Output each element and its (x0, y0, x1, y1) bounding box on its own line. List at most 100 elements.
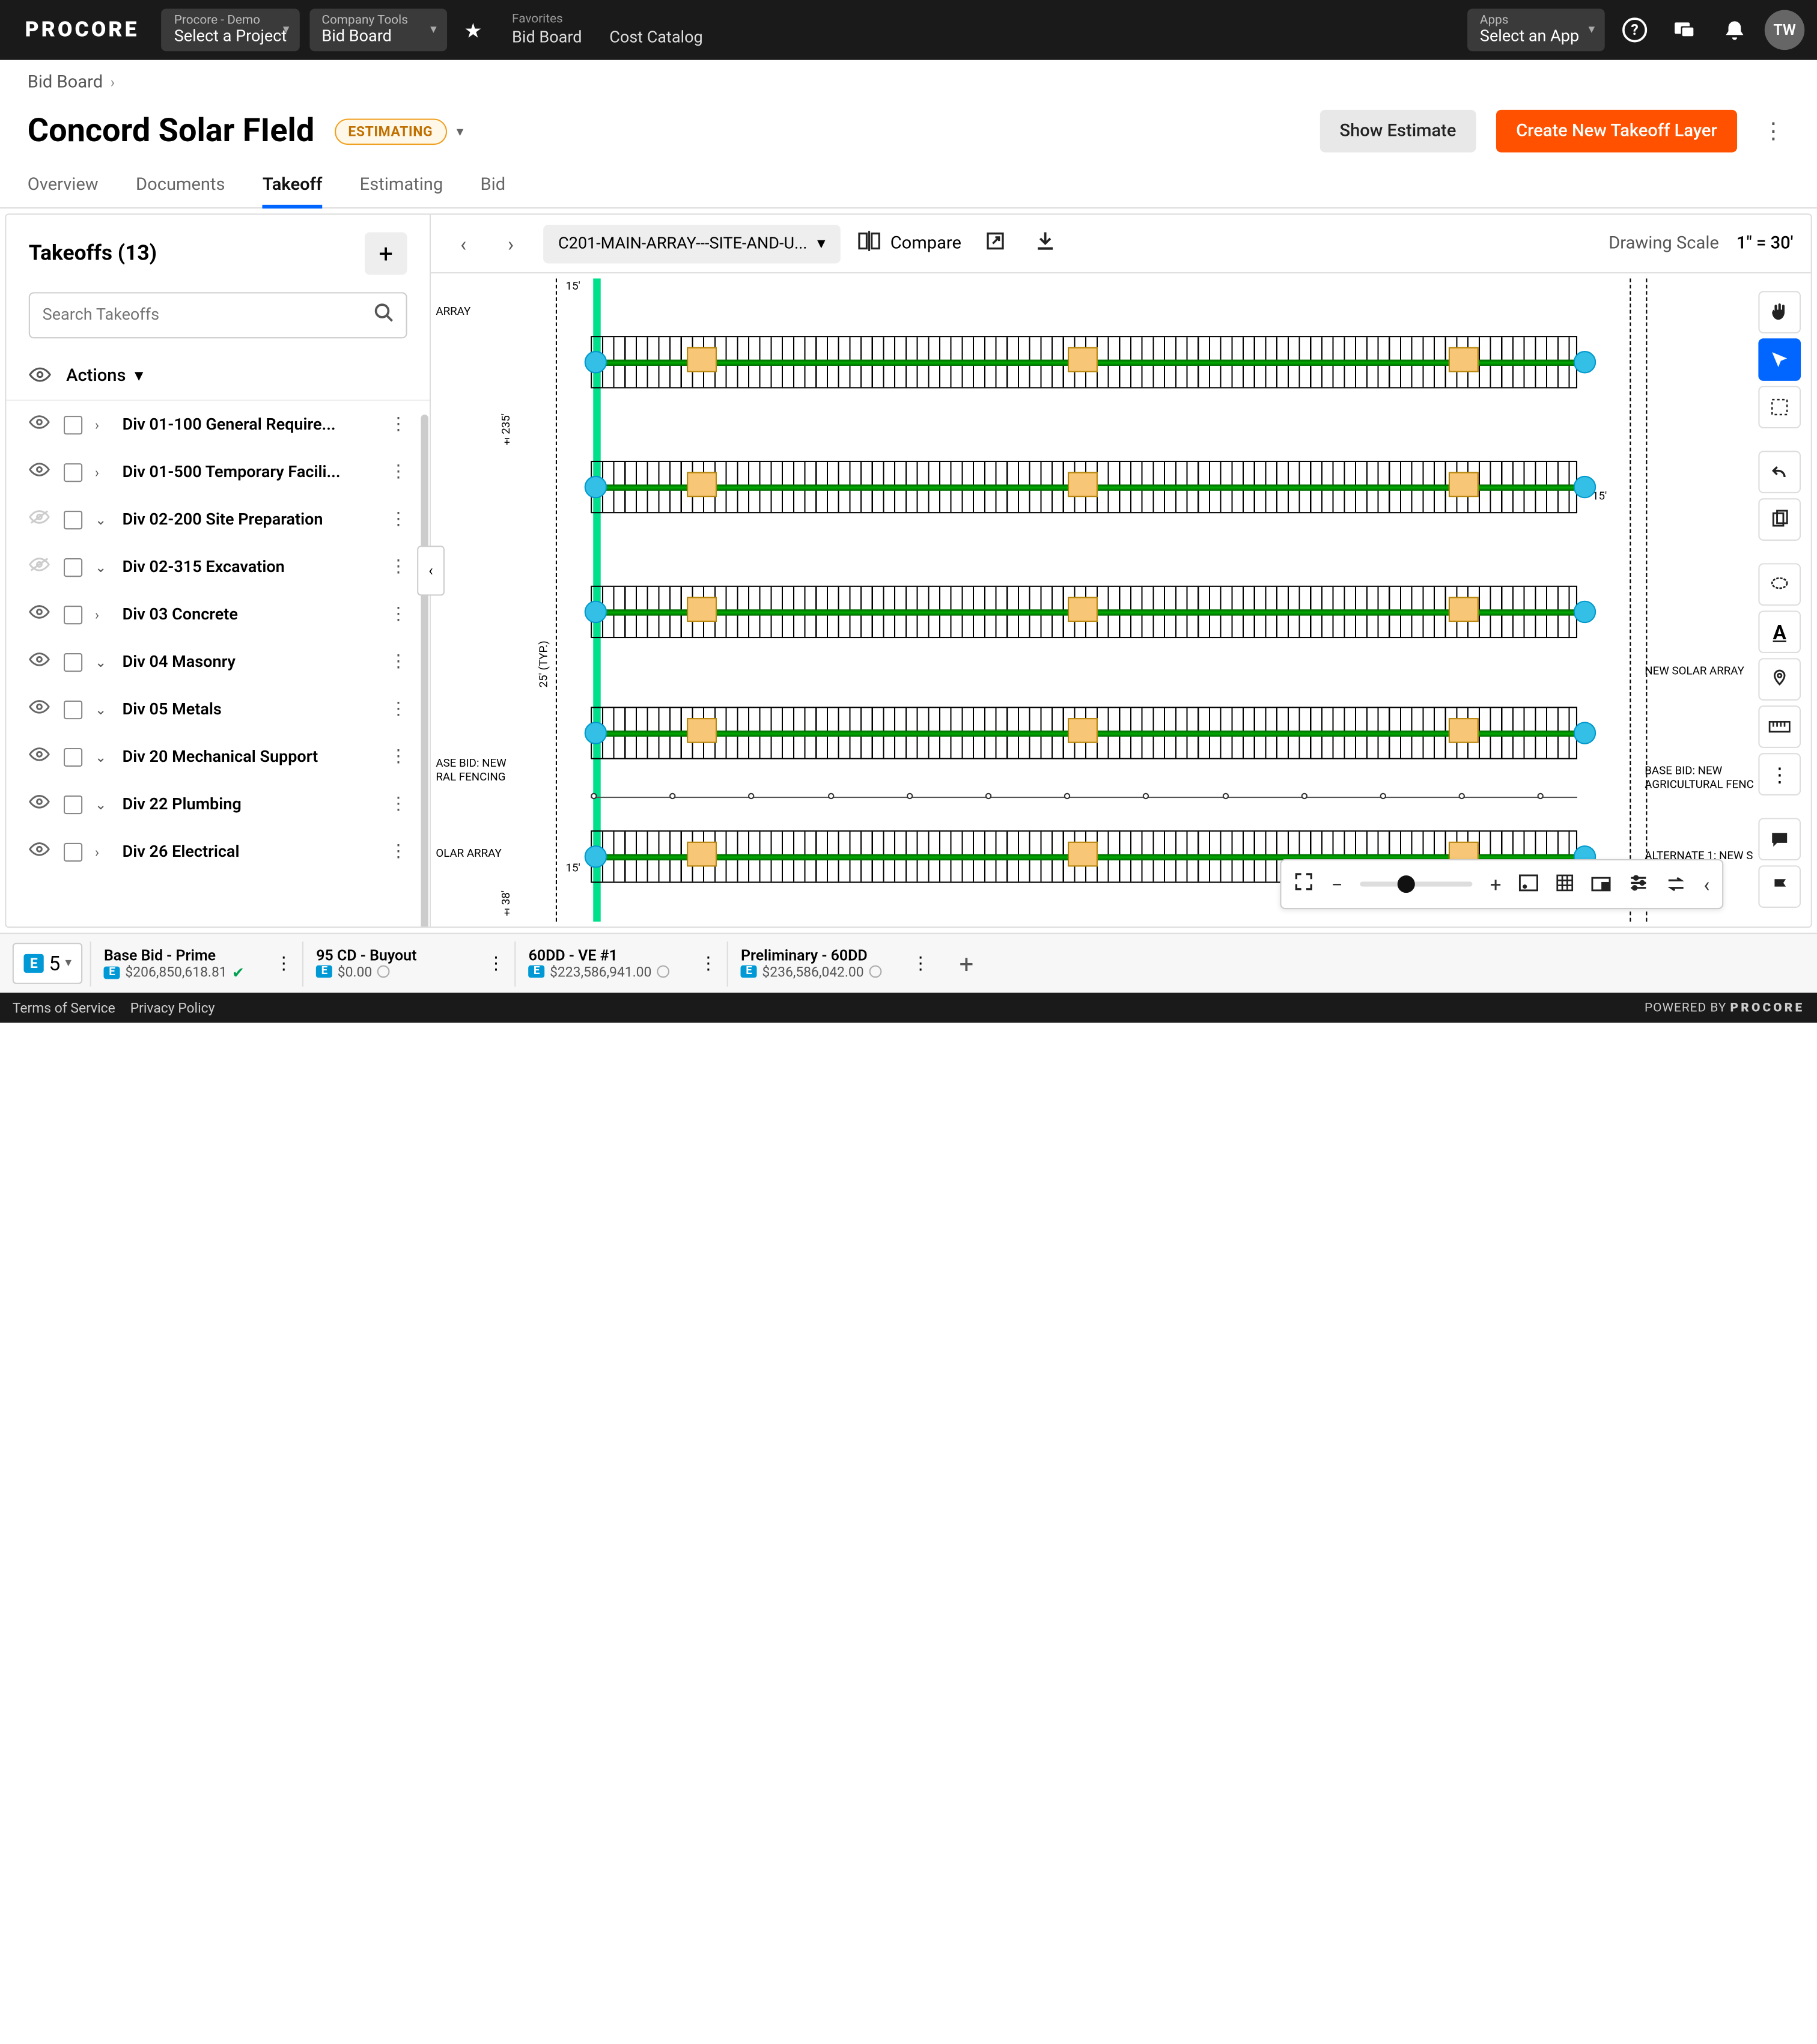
visibility-toggle-icon[interactable] (29, 794, 51, 814)
takeoff-item[interactable]: › Div 01-500 Temporary Facili... ⋮ (6, 448, 430, 496)
item-menu-icon[interactable]: ⋮ (389, 557, 407, 577)
minimap-button[interactable] (1591, 872, 1611, 896)
tab-menu-icon[interactable]: ⋮ (487, 954, 505, 973)
tab-takeoff[interactable]: Takeoff (263, 165, 322, 207)
ruler-tool[interactable] (1758, 705, 1801, 748)
select-checkbox[interactable] (64, 795, 82, 814)
expand-toggle-icon[interactable]: ⌄ (95, 654, 110, 670)
takeoff-item[interactable]: › Div 03 Concrete ⋮ (6, 591, 430, 638)
estimate-tab[interactable]: Preliminary - 60DD E$236,586,042.00 ⋮ (727, 941, 939, 986)
favorite-star-icon[interactable]: ★ (464, 18, 482, 41)
project-selector[interactable]: Procore - Demo Select a Project ▾ (162, 9, 299, 52)
takeoff-anchor-point[interactable] (585, 476, 607, 498)
settings-sliders-button[interactable] (1629, 872, 1649, 896)
scrollbar[interactable] (421, 415, 428, 928)
item-menu-icon[interactable]: ⋮ (389, 509, 407, 529)
takeoff-anchor-point[interactable] (1574, 476, 1596, 498)
favorite-link-bid-board[interactable]: Bid Board (512, 29, 582, 47)
tab-overview[interactable]: Overview (28, 165, 99, 207)
takeoff-anchor-point[interactable] (585, 845, 607, 868)
marquee-select-tool[interactable] (1758, 386, 1801, 428)
takeoff-anchor-point[interactable] (585, 722, 607, 744)
select-checkbox[interactable] (64, 747, 82, 766)
visibility-all-icon[interactable] (29, 363, 51, 387)
visibility-toggle-icon[interactable] (29, 415, 51, 434)
expand-toggle-icon[interactable]: ⌄ (95, 701, 110, 717)
estimate-tab[interactable]: 60DD - VE #1 E$223,586,941.00 ⋮ (515, 941, 727, 986)
takeoff-anchor-point[interactable] (585, 601, 607, 623)
takeoff-item[interactable]: › Div 26 Electrical ⋮ (6, 828, 430, 875)
estimate-count-badge[interactable]: E 5 ▾ (13, 943, 83, 984)
help-icon[interactable]: ? (1615, 10, 1655, 50)
takeoff-anchor-point[interactable] (585, 351, 607, 373)
notifications-icon[interactable] (1715, 10, 1755, 50)
select-checkbox[interactable] (64, 700, 82, 719)
overflow-menu-icon[interactable]: ⋮ (1757, 118, 1789, 144)
zoom-out-button[interactable]: − (1331, 872, 1342, 896)
expand-toggle-icon[interactable]: › (95, 606, 110, 622)
fit-width-button[interactable] (1519, 872, 1539, 896)
takeoff-item[interactable]: › Div 01-100 General Require... ⋮ (6, 401, 430, 448)
show-estimate-button[interactable]: Show Estimate (1319, 110, 1476, 153)
add-estimate-tab-button[interactable]: + (947, 949, 986, 979)
search-takeoffs[interactable] (29, 292, 407, 338)
takeoff-item[interactable]: ⌄ Div 05 Metals ⋮ (6, 686, 430, 733)
more-tools-button[interactable]: ⋮ (1758, 753, 1801, 795)
collapse-right-button[interactable]: ‹ (1703, 872, 1709, 896)
takeoff-anchor-point[interactable] (1574, 722, 1596, 744)
company-tools-selector[interactable]: Company Tools Bid Board ▾ (309, 9, 447, 52)
item-menu-icon[interactable]: ⋮ (389, 699, 407, 719)
visibility-toggle-icon[interactable] (29, 557, 51, 577)
apps-selector[interactable]: Apps Select an App ▾ (1467, 9, 1605, 52)
status-caret-icon[interactable]: ▾ (457, 123, 463, 139)
drawing-selector[interactable]: C201-MAIN-ARRAY---SITE-AND-U... ▾ (543, 224, 840, 263)
text-tool[interactable]: A (1758, 610, 1801, 653)
select-checkbox[interactable] (64, 415, 82, 434)
undo-button[interactable] (1758, 451, 1801, 493)
open-external-icon[interactable] (979, 231, 1011, 257)
select-tool[interactable] (1758, 338, 1801, 381)
estimate-tab[interactable]: 95 CD - Buyout E$0.00 ⋮ (302, 941, 514, 986)
prev-drawing-button[interactable]: ‹ (448, 232, 478, 255)
expand-toggle-icon[interactable]: › (95, 464, 110, 480)
grid-button[interactable] (1556, 872, 1574, 896)
fullscreen-button[interactable] (1294, 872, 1313, 897)
create-takeoff-layer-button[interactable]: Create New Takeoff Layer (1496, 110, 1737, 153)
expand-toggle-icon[interactable]: ⌄ (95, 749, 110, 765)
tab-menu-icon[interactable]: ⋮ (699, 954, 717, 973)
expand-toggle-icon[interactable]: ⌄ (95, 511, 110, 528)
item-menu-icon[interactable]: ⋮ (389, 794, 407, 814)
expand-toggle-icon[interactable]: ⌄ (95, 796, 110, 812)
expand-toggle-icon[interactable]: ⌄ (95, 559, 110, 575)
search-input[interactable] (43, 306, 375, 324)
item-menu-icon[interactable]: ⋮ (389, 415, 407, 434)
takeoff-anchor-point[interactable] (1574, 351, 1596, 373)
add-takeoff-button[interactable]: + (365, 233, 407, 275)
select-checkbox[interactable] (64, 510, 82, 529)
item-menu-icon[interactable]: ⋮ (389, 652, 407, 672)
select-checkbox[interactable] (64, 652, 82, 671)
user-avatar[interactable]: TW (1765, 10, 1805, 50)
flag-tool[interactable] (1758, 865, 1801, 908)
takeoff-anchor-point[interactable] (1574, 601, 1596, 623)
swap-view-button[interactable] (1666, 872, 1686, 896)
visibility-toggle-icon[interactable] (29, 699, 51, 719)
tab-estimating[interactable]: Estimating (360, 165, 443, 207)
visibility-toggle-icon[interactable] (29, 747, 51, 767)
takeoff-item[interactable]: ⌄ Div 02-200 Site Preparation ⋮ (6, 496, 430, 543)
tab-menu-icon[interactable]: ⋮ (275, 954, 293, 973)
download-icon[interactable] (1029, 231, 1061, 257)
breadcrumb-link[interactable]: Bid Board (28, 73, 103, 93)
visibility-toggle-icon[interactable] (29, 652, 51, 672)
zoom-in-button[interactable]: + (1490, 872, 1502, 896)
takeoff-item[interactable]: ⌄ Div 02-315 Excavation ⋮ (6, 543, 430, 591)
estimate-tab[interactable]: Base Bid - Prime E$206,850,618.81 ✔ ⋮ (90, 941, 302, 986)
zoom-slider[interactable] (1360, 881, 1473, 886)
select-checkbox[interactable] (64, 558, 82, 576)
visibility-toggle-icon[interactable] (29, 842, 51, 862)
visibility-toggle-icon[interactable] (29, 509, 51, 529)
comment-tool[interactable] (1758, 818, 1801, 860)
drawing-canvas[interactable]: ARRAY ±235' 25' (TYP.) ±38' 15' 15' 15' … (431, 273, 1811, 926)
takeoff-list[interactable]: › Div 01-100 General Require... ⋮ › Div … (6, 401, 430, 926)
item-menu-icon[interactable]: ⋮ (389, 604, 407, 624)
